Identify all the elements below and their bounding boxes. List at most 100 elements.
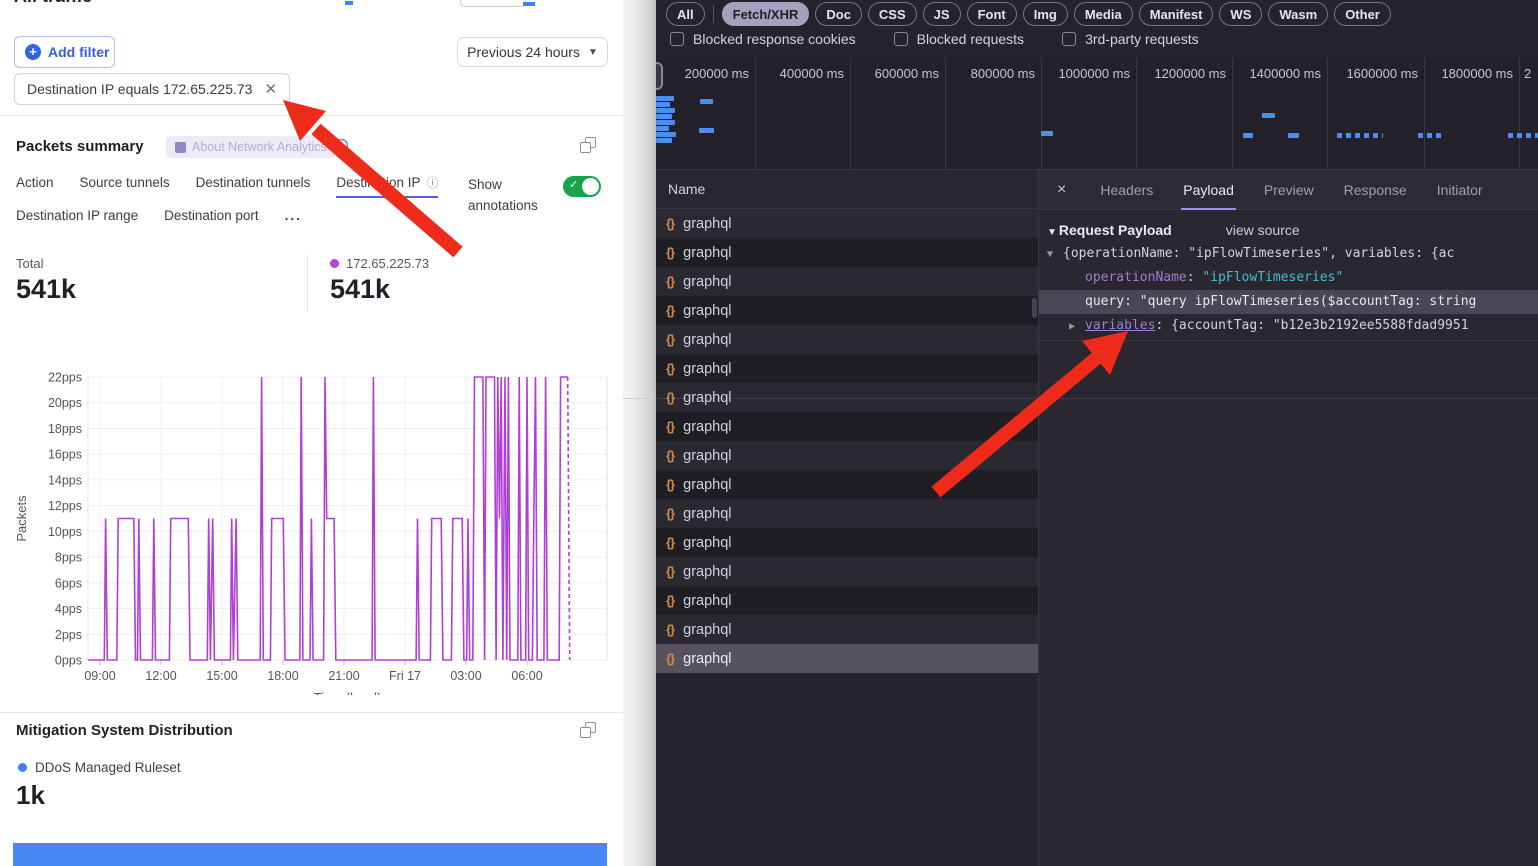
payload-tree-row[interactable]: ▶variables: {accountTag: "b12e3b2192ee55… bbox=[1039, 314, 1538, 338]
close-icon[interactable]: × bbox=[1057, 181, 1066, 199]
expand-card-icon[interactable] bbox=[580, 137, 596, 153]
seam-line bbox=[656, 398, 1538, 399]
tab-destination-ip[interactable]: Destination IPⓘ bbox=[336, 174, 438, 198]
svg-text:4pps: 4pps bbox=[55, 602, 82, 616]
filter-pill-all[interactable]: All bbox=[666, 2, 705, 26]
json-braces-icon: {} bbox=[666, 535, 674, 550]
check-icon: ✓ bbox=[569, 178, 578, 191]
request-row[interactable]: {}graphql bbox=[656, 528, 1038, 557]
filter-pill-other[interactable]: Other bbox=[1334, 2, 1391, 26]
filter-pill-img[interactable]: Img bbox=[1023, 2, 1068, 26]
checkbox-blocked-response-cookies[interactable]: Blocked response cookies bbox=[670, 31, 856, 47]
tab-destination-port[interactable]: Destination port bbox=[164, 208, 259, 230]
tab-label: Source tunnels bbox=[80, 175, 170, 190]
tab-label: Destination tunnels bbox=[196, 175, 311, 190]
code-segment: "query ipFlowTimeseries($accountTag: str… bbox=[1140, 294, 1477, 309]
request-row[interactable]: {}graphql bbox=[656, 325, 1038, 354]
request-name: graphql bbox=[683, 651, 731, 667]
stat-value: 541k bbox=[16, 274, 76, 305]
checkbox-box[interactable] bbox=[894, 32, 908, 46]
detail-tab-response[interactable]: Response bbox=[1344, 170, 1407, 210]
history-clock-icon[interactable] bbox=[334, 138, 349, 158]
request-row[interactable]: {}graphql bbox=[656, 470, 1038, 499]
about-network-analytics-badge[interactable]: About Network Analytics bbox=[166, 136, 336, 158]
cutoff-blue-mark bbox=[345, 1, 353, 5]
tab-source-tunnels[interactable]: Source tunnels bbox=[80, 174, 170, 198]
detail-tab-payload[interactable]: Payload bbox=[1183, 170, 1234, 210]
badge-label: About Network Analytics bbox=[192, 140, 327, 154]
filter-pill-wasm[interactable]: Wasm bbox=[1268, 2, 1328, 26]
request-name: graphql bbox=[683, 332, 731, 348]
filter-pill-media[interactable]: Media bbox=[1074, 2, 1133, 26]
triangle-down-icon[interactable]: ▼ bbox=[1047, 243, 1063, 266]
timeline-label: 1400000 ms bbox=[1229, 66, 1321, 81]
code-segment: query bbox=[1085, 294, 1124, 309]
scrollbar-thumb[interactable] bbox=[1032, 298, 1037, 318]
request-name: graphql bbox=[683, 274, 731, 290]
tab-destination-ip-range[interactable]: Destination IP range bbox=[16, 208, 138, 230]
request-row[interactable]: {}graphql bbox=[656, 615, 1038, 644]
name-column-header[interactable]: Name bbox=[656, 170, 1038, 209]
checkbox-box[interactable] bbox=[1062, 32, 1076, 46]
add-filter-button[interactable]: + Add filter bbox=[14, 36, 115, 68]
app-root: All traffic + Add filter Previous 24 hou… bbox=[0, 0, 1538, 866]
json-braces-icon: {} bbox=[666, 651, 674, 666]
expand-card-icon[interactable] bbox=[580, 722, 596, 738]
request-row[interactable]: {}graphql bbox=[656, 412, 1038, 441]
request-row[interactable]: {}graphql bbox=[656, 441, 1038, 470]
request-name: graphql bbox=[683, 622, 731, 638]
mitigation-bar[interactable] bbox=[13, 843, 607, 866]
cutoff-control bbox=[460, 0, 526, 7]
svg-text:18:00: 18:00 bbox=[267, 669, 298, 683]
json-braces-icon: {} bbox=[666, 303, 674, 318]
request-row[interactable]: {}graphql bbox=[656, 238, 1038, 267]
checkbox-blocked-requests[interactable]: Blocked requests bbox=[894, 31, 1024, 47]
tab-action[interactable]: Action bbox=[16, 174, 54, 198]
payload-tree-row[interactable]: ▼{operationName: "ipFlowTimeseries", var… bbox=[1039, 242, 1538, 266]
packets-summary-title: Packets summary bbox=[16, 138, 144, 155]
request-row[interactable]: {}graphql bbox=[656, 586, 1038, 615]
filter-pill-font[interactable]: Font bbox=[967, 2, 1017, 26]
waterfall-mark bbox=[1041, 131, 1053, 136]
detail-tab-initiator[interactable]: Initiator bbox=[1437, 170, 1483, 210]
request-row[interactable]: {}graphql bbox=[656, 267, 1038, 296]
request-row[interactable]: {}graphql bbox=[656, 209, 1038, 238]
request-row[interactable]: {}graphql bbox=[656, 557, 1038, 586]
remove-filter-icon[interactable]: ✕ bbox=[264, 80, 277, 98]
checkbox-box[interactable] bbox=[670, 32, 684, 46]
time-range-dropdown[interactable]: Previous 24 hours ▼ bbox=[457, 37, 608, 67]
network-overview-timeline[interactable]: 200000 ms400000 ms600000 ms800000 ms1000… bbox=[656, 58, 1538, 170]
filter-pill-ws[interactable]: WS bbox=[1219, 2, 1262, 26]
waterfall-mark bbox=[656, 108, 675, 113]
filter-pill-fetchxhr[interactable]: Fetch/XHR bbox=[722, 2, 810, 26]
svg-text:0pps: 0pps bbox=[55, 654, 82, 668]
filter-chip[interactable]: Destination IP equals 172.65.225.73 ✕ bbox=[14, 73, 290, 105]
more-tabs-button[interactable]: ... bbox=[285, 208, 302, 230]
payload-tree-row[interactable]: operationName: "ipFlowTimeseries" bbox=[1039, 266, 1538, 290]
waterfall-mark bbox=[1288, 133, 1299, 138]
request-row[interactable]: {}graphql bbox=[656, 354, 1038, 383]
tab-destination-tunnels[interactable]: Destination tunnels bbox=[196, 174, 311, 198]
timeline-gridline bbox=[1519, 58, 1520, 169]
view-source-link[interactable]: view source bbox=[1226, 222, 1300, 238]
detail-tab-headers[interactable]: Headers bbox=[1100, 170, 1153, 210]
triangle-right-icon[interactable]: ▶ bbox=[1069, 315, 1085, 338]
payload-tree-row[interactable]: query: "query ipFlowTimeseries($accountT… bbox=[1039, 290, 1538, 314]
request-payload-title[interactable]: ▼Request Payload bbox=[1047, 222, 1172, 238]
detail-tab-preview[interactable]: Preview bbox=[1264, 170, 1314, 210]
waterfall-mark bbox=[656, 138, 672, 143]
show-annotations-toggle[interactable]: ✓ bbox=[563, 176, 601, 197]
filter-pill-css[interactable]: CSS bbox=[868, 2, 917, 26]
filter-pill-js[interactable]: JS bbox=[923, 2, 961, 26]
request-row[interactable]: {}graphql bbox=[656, 499, 1038, 528]
waterfall-mark bbox=[656, 120, 675, 125]
request-row[interactable]: {}graphql bbox=[656, 296, 1038, 325]
checkbox-3rd-party-requests[interactable]: 3rd-party requests bbox=[1062, 31, 1199, 47]
stat-total: Total541k bbox=[16, 256, 76, 305]
request-name: graphql bbox=[683, 593, 731, 609]
request-row[interactable]: {} graphql bbox=[656, 644, 1038, 673]
packets-timeseries-chart[interactable]: 0pps2pps4pps6pps8pps10pps12pps14pps16pps… bbox=[0, 350, 623, 695]
svg-text:6pps: 6pps bbox=[55, 576, 82, 590]
filter-pill-doc[interactable]: Doc bbox=[815, 2, 862, 26]
filter-pill-manifest[interactable]: Manifest bbox=[1139, 2, 1214, 26]
